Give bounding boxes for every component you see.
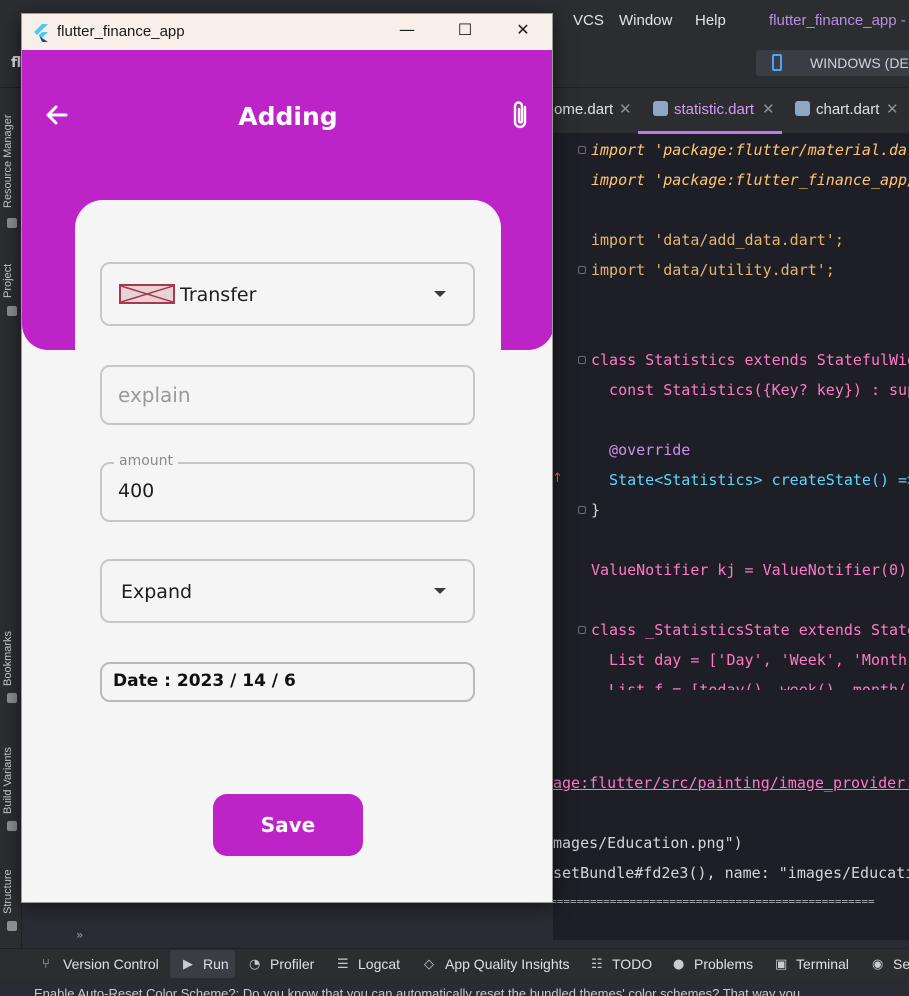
console-line: mages/Education.png") (553, 834, 743, 852)
tool-problems[interactable]: Problems (694, 956, 753, 972)
code-line: const Statistics({Key? key}) : sup (591, 381, 909, 399)
console-line: setBundle#fd2e3(), name: "images/Educati (553, 864, 909, 882)
sidebar-tab-bookmarks[interactable]: Bookmarks (2, 631, 14, 686)
flutter-logo-icon (34, 24, 48, 42)
ide-project-title: flutter_finance_app - (769, 12, 906, 29)
attachment-icon[interactable] (508, 98, 532, 132)
sidebar-tab-resource-manager[interactable]: Resource Manager (2, 114, 14, 208)
code-line: ValueNotifier kj = ValueNotifier(0); (591, 561, 909, 579)
category-image (119, 284, 175, 304)
page-title: Adding (238, 102, 338, 131)
tool-profiler[interactable]: Profiler (270, 956, 314, 972)
override-gutter-icon[interactable]: ↑ (552, 471, 563, 486)
code-line: import 'package:flutter/material.dar (591, 141, 909, 159)
tool-terminal[interactable]: Terminal (796, 956, 849, 972)
category-dropdown[interactable]: Transfer (100, 262, 475, 326)
dropdown-arrow-icon (434, 588, 446, 594)
window-titlebar[interactable]: flutter_finance_app — ☐ ✕ (22, 14, 552, 50)
date-text: Date : 2023 / 14 / 6 (113, 671, 296, 691)
close-window-icon[interactable]: ✕ (508, 20, 538, 44)
profiler-icon: ◔ (249, 957, 261, 972)
structure-icon (7, 921, 17, 931)
sidebar-tab-build-variants[interactable]: Build Variants (2, 747, 14, 814)
services-icon: ◉ (872, 957, 884, 972)
amount-label: amount (114, 453, 179, 469)
code-line: import 'package:flutter_finance_app/ (591, 171, 909, 189)
expand-chevron-icon[interactable]: » (76, 928, 83, 942)
tab-statistic-dart[interactable]: statistic.dart (674, 101, 754, 118)
maximize-icon[interactable]: ☐ (450, 20, 480, 44)
tool-todo[interactable]: TODO (612, 956, 652, 972)
phone-icon (772, 54, 782, 71)
bookmark-icon (7, 693, 17, 703)
ide-sidebar (0, 88, 22, 948)
date-picker[interactable]: Date : 2023 / 14 / 6 (100, 662, 475, 702)
explain-placeholder: explain (118, 383, 191, 407)
tool-app-quality-insights[interactable]: App Quality Insights (445, 956, 570, 972)
form-card: Transfer explain amount 400 Expand Date … (75, 200, 501, 888)
dart-file-icon (795, 101, 810, 116)
sidebar-tab-project[interactable]: Project (2, 264, 14, 298)
broken-image-icon (121, 286, 173, 302)
save-button[interactable]: Save (213, 794, 363, 856)
explain-input[interactable]: explain (100, 365, 475, 425)
build-variants-icon (7, 821, 17, 831)
version-control-icon: ⑂ (42, 957, 50, 972)
todo-icon: ☷ (591, 957, 603, 972)
problems-icon: ● (673, 957, 685, 972)
type-selected: Expand (121, 581, 193, 603)
window-title: flutter_finance_app (57, 23, 185, 40)
code-line: class Statistics extends StatefulWid (591, 351, 909, 369)
status-message: Enable Auto-Reset Color Scheme?: Do you … (34, 986, 801, 996)
app-window: flutter_finance_app — ☐ ✕ Adding Transfe… (21, 13, 553, 903)
sidebar-tab-structure[interactable]: Structure (2, 869, 14, 914)
device-label: WINDOWS (DE (810, 55, 909, 71)
dropdown-arrow-icon (434, 291, 446, 297)
tool-version-control[interactable]: Version Control (63, 956, 159, 972)
menu-vcs[interactable]: VCS (573, 12, 604, 29)
tab-chart-dart[interactable]: chart.dart (816, 101, 879, 118)
app-quality-icon: ◇ (424, 957, 434, 972)
project-name-short: fl (11, 55, 22, 71)
code-line: State<Statistics> createState() => (591, 471, 909, 489)
resource-manager-icon (7, 218, 17, 228)
type-dropdown[interactable]: Expand (100, 559, 475, 623)
category-selected: Transfer (180, 284, 257, 306)
folder-icon (7, 306, 17, 316)
code-editor[interactable] (553, 134, 909, 690)
menu-window[interactable]: Window (619, 12, 672, 29)
terminal-icon: ▣ (775, 957, 788, 972)
tool-services[interactable]: Ser (893, 956, 909, 972)
code-line: @override (591, 441, 691, 459)
amount-value: 400 (118, 480, 155, 502)
fold-icon[interactable] (578, 356, 586, 364)
fold-icon[interactable] (578, 266, 586, 274)
code-line: List f = [today(), week(), month( (591, 681, 908, 690)
menu-help[interactable]: Help (695, 12, 726, 29)
close-icon[interactable]: ✕ (886, 100, 899, 118)
tab-home-dart[interactable]: ome.dart (554, 101, 613, 118)
tool-logcat[interactable]: Logcat (358, 956, 400, 972)
tool-run[interactable]: Run (203, 956, 229, 972)
logcat-icon: ☰ (337, 957, 349, 972)
code-line: class _StatisticsState extends State (591, 621, 909, 639)
fold-icon[interactable] (578, 146, 586, 154)
code-line: } (591, 501, 601, 519)
console-link[interactable]: age:flutter/src/painting/image_provider. (553, 774, 909, 792)
close-icon[interactable]: ✕ (619, 100, 632, 118)
close-icon[interactable]: ✕ (762, 100, 775, 118)
code-line: import 'data/utility.dart'; (591, 261, 835, 279)
run-icon: ▶ (183, 957, 193, 972)
fold-icon[interactable] (578, 506, 586, 514)
code-line: List day = ['Day', 'Week', 'Month (591, 651, 908, 669)
minimize-icon[interactable]: — (392, 20, 422, 44)
dart-file-icon (653, 101, 668, 116)
fold-icon[interactable] (578, 626, 586, 634)
amount-input[interactable]: amount 400 (100, 453, 475, 522)
code-line: import 'data/add_data.dart'; (591, 231, 844, 249)
